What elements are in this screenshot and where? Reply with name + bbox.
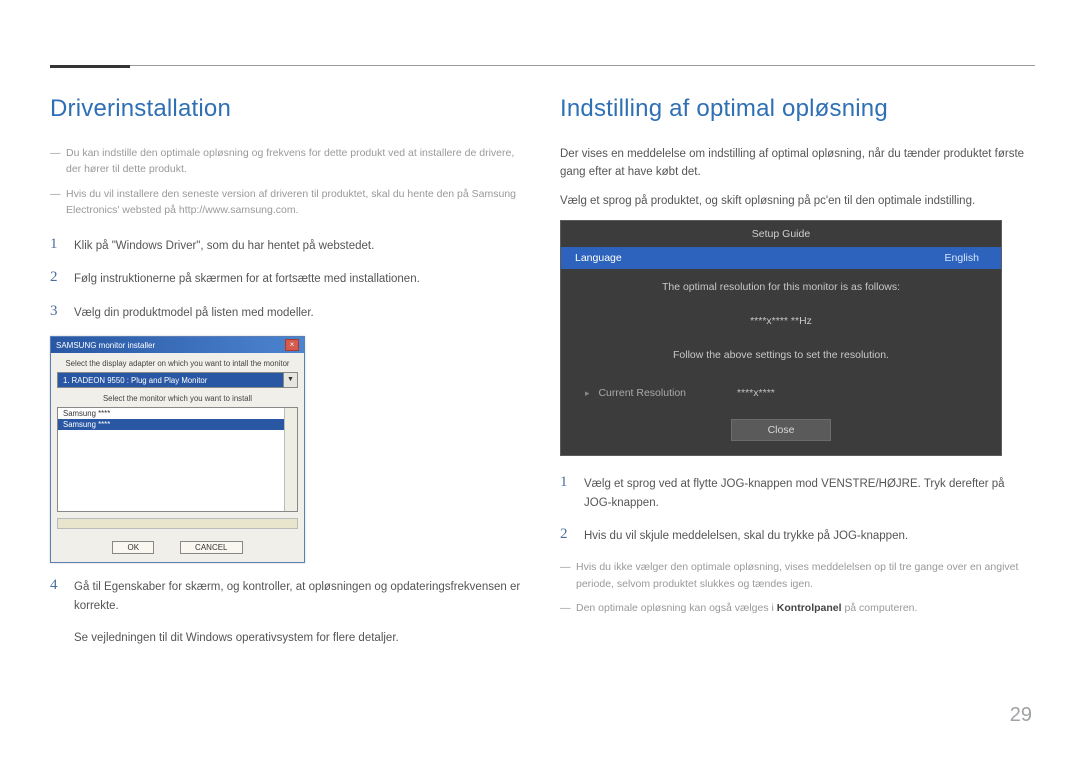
dialog-buttons: OK CANCEL <box>57 539 298 556</box>
step-2: 2 Hvis du vil skjule meddelelsen, skal d… <box>560 526 1035 545</box>
step-text: Gå til Egenskaber for skærm, og kontroll… <box>74 577 525 615</box>
close-icon[interactable]: × <box>285 339 299 351</box>
step-4: 4 Gå til Egenskaber for skærm, og kontro… <box>50 577 525 615</box>
osd-current-label: Current Resolution <box>598 387 686 399</box>
right-heading: Indstilling af optimal opløsning <box>560 95 1035 123</box>
osd-current-resolution: ▸ Current Resolution ****x**** <box>561 383 1001 403</box>
step-number: 2 <box>50 269 74 286</box>
dialog-section-label: Select the monitor which you want to ins… <box>57 394 298 403</box>
step-text: Vælg et sprog ved at flytte JOG-knappen … <box>584 474 1035 512</box>
dialog-titlebar: SAMSUNG monitor installer × <box>51 337 304 353</box>
adapter-select[interactable]: 1. RADEON 9550 : Plug and Play Monitor ▼ <box>57 372 298 388</box>
caret-icon: ▸ <box>585 388 590 398</box>
step-number: 4 <box>50 577 74 594</box>
step-text: Vælg din produktmodel på listen med mode… <box>74 303 314 322</box>
list-item[interactable]: Samsung **** <box>58 408 297 419</box>
osd-current-value: ****x**** <box>737 387 775 399</box>
scrollbar-horizontal[interactable] <box>57 518 298 529</box>
step-text: Følg instruktionerne på skærmen for at f… <box>74 269 420 288</box>
foot-note: Hvis du vil installere den seneste versi… <box>50 186 525 219</box>
note-text-pre: Den optimale opløsning kan også vælges i <box>576 602 777 614</box>
step-3: 3 Vælg din produktmodel på listen med mo… <box>50 303 525 322</box>
step-number: 2 <box>560 526 584 543</box>
note-text-bold: Kontrolpanel <box>777 602 842 614</box>
foot-note: Hvis du ikke vælger den optimale opløsni… <box>560 559 1035 592</box>
foot-note: Den optimale opløsning kan også vælges i… <box>560 600 1035 616</box>
foot-note: Du kan indstille den optimale opløsning … <box>50 145 525 178</box>
right-column: Indstilling af optimal opløsning Der vis… <box>560 95 1035 624</box>
step-number: 3 <box>50 303 74 320</box>
osd-close-button[interactable]: Close <box>731 419 831 441</box>
left-heading: Driverinstallation <box>50 95 525 123</box>
chevron-down-icon[interactable]: ▼ <box>283 373 297 387</box>
page-number: 29 <box>1010 704 1032 727</box>
step-number: 1 <box>560 474 584 491</box>
osd-language-row[interactable]: Language English <box>561 247 1001 269</box>
header-divider <box>50 65 1035 66</box>
paragraph: Vælg et sprog på produktet, og skift opl… <box>560 192 1035 210</box>
ok-button[interactable]: OK <box>112 541 154 554</box>
header-accent <box>50 65 130 68</box>
osd-language-label: Language <box>575 252 622 264</box>
step-subtext: Se vejledningen til dit Windows operativ… <box>50 629 525 647</box>
dialog-body: Select the display adapter on which you … <box>51 353 304 562</box>
paragraph: Der vises en meddelelse om indstilling a… <box>560 145 1035 182</box>
step-number: 1 <box>50 236 74 253</box>
list-item[interactable]: Samsung **** <box>58 419 297 430</box>
osd-line2: Follow the above settings to set the res… <box>561 349 1001 383</box>
osd-line1: The optimal resolution for this monitor … <box>561 269 1001 293</box>
windows-dialog: SAMSUNG monitor installer × Select the d… <box>50 336 305 563</box>
step-2: 2 Følg instruktionerne på skærmen for at… <box>50 269 525 288</box>
cancel-button[interactable]: CANCEL <box>180 541 242 554</box>
scrollbar-vertical[interactable] <box>284 408 297 511</box>
osd-setup-guide: Setup Guide Language English The optimal… <box>560 220 1002 456</box>
adapter-selected: 1. RADEON 9550 : Plug and Play Monitor <box>63 376 207 385</box>
osd-resolution: ****x**** **Hz <box>561 293 1001 349</box>
osd-language-value: English <box>945 252 979 264</box>
step-1: 1 Klik på "Windows Driver", som du har h… <box>50 236 525 255</box>
dialog-section-label: Select the display adapter on which you … <box>57 359 298 368</box>
left-column: Driverinstallation Du kan indstille den … <box>50 95 525 661</box>
step-text: Hvis du vil skjule meddelelsen, skal du … <box>584 526 908 545</box>
note-text-post: på computeren. <box>842 602 918 614</box>
step-text: Klik på "Windows Driver", som du har hen… <box>74 236 374 255</box>
dialog-title: SAMSUNG monitor installer <box>56 341 155 350</box>
osd-title: Setup Guide <box>561 221 1001 247</box>
monitor-list[interactable]: Samsung **** Samsung **** <box>57 407 298 512</box>
step-1: 1 Vælg et sprog ved at flytte JOG-knappe… <box>560 474 1035 512</box>
